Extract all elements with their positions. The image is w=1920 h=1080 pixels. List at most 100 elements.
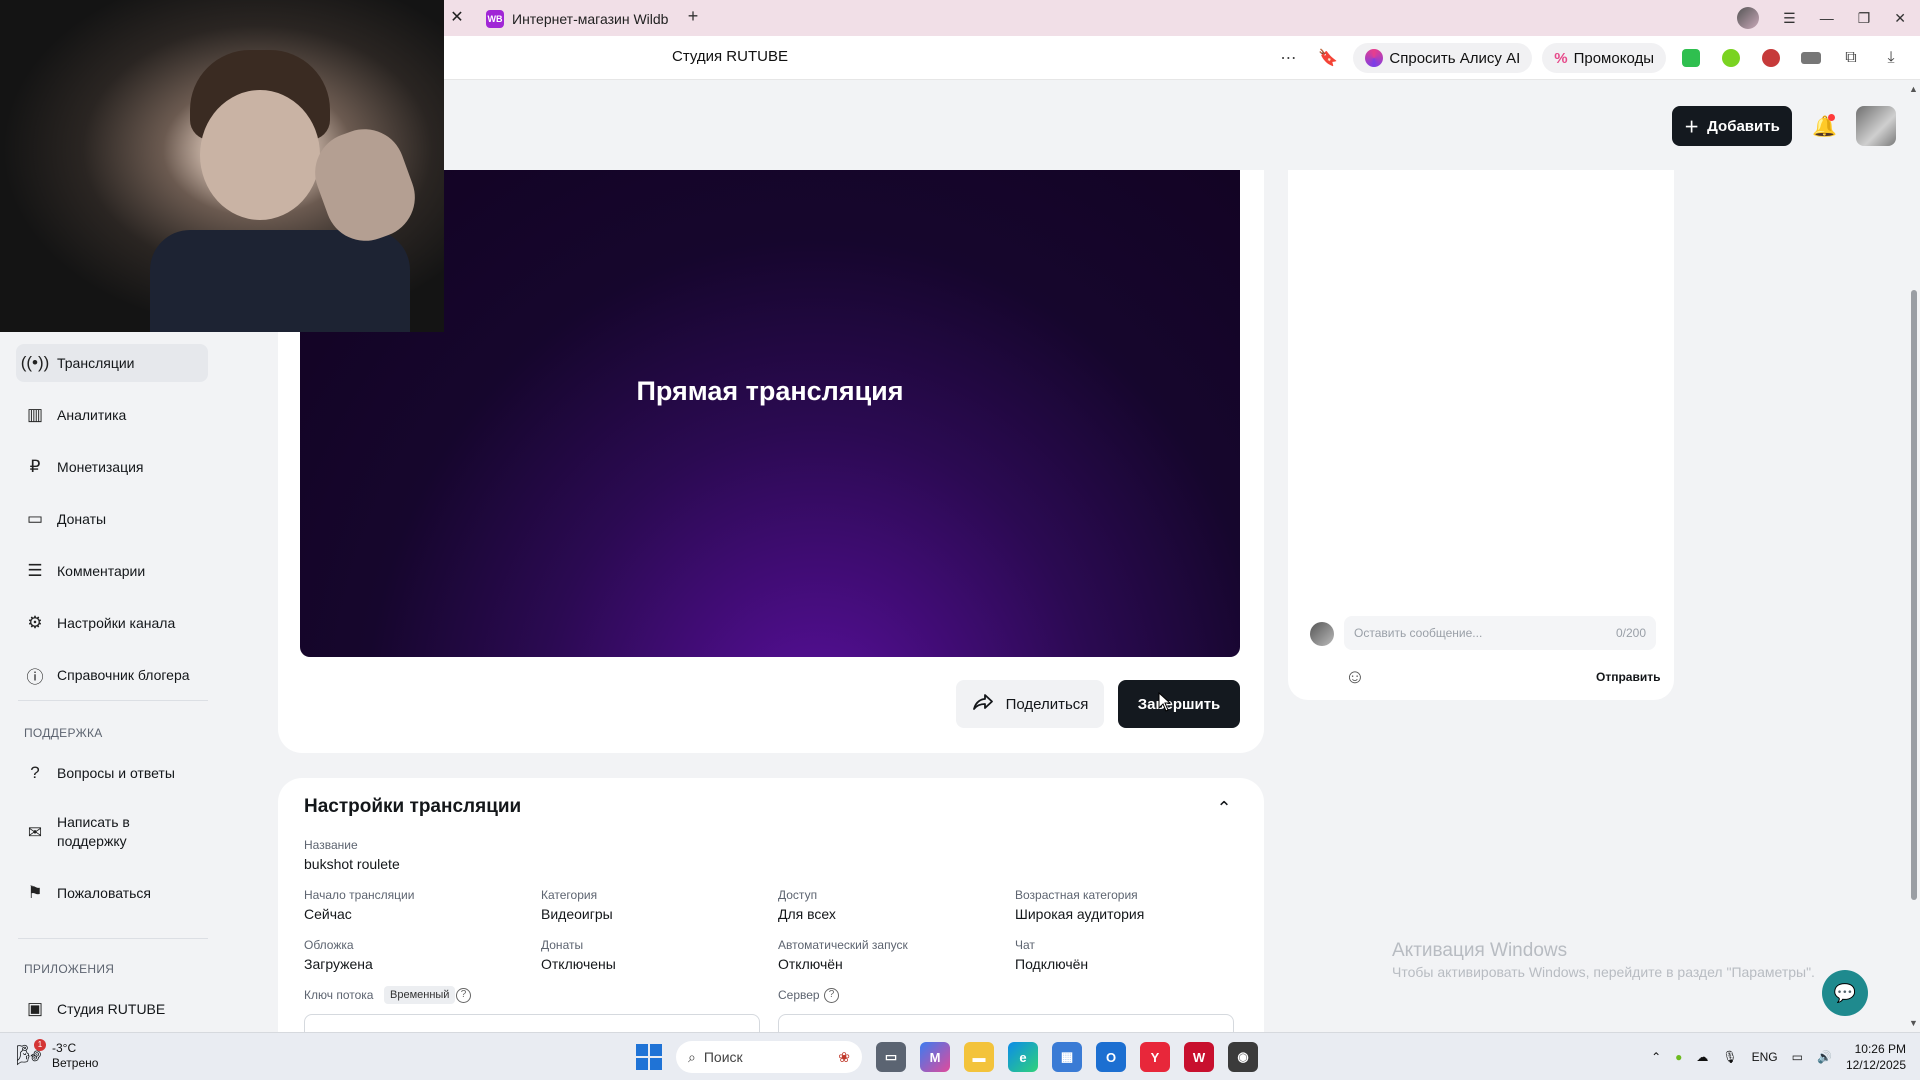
wps-office-icon[interactable]: W [1184,1042,1214,1072]
sidebar-item-contact-support[interactable]: ✉ Написать в поддержку [16,808,208,856]
sidebar-item-monetization[interactable]: ₽ Монетизация [16,448,208,486]
yandex-browser-icon[interactable]: Y [1140,1042,1170,1072]
menu-icon[interactable]: ☰ [1783,10,1796,27]
microphone-icon[interactable]: 🎙 [1722,1050,1737,1064]
name-value: bukshot roulete [304,856,400,872]
help-icon[interactable]: ? [824,988,839,1003]
plus-icon: ＋ [1684,118,1700,136]
windows-taskbar: 🌬 1 -3°C Ветрено ⌕ Поиск ❀ ▭ M ▬ e ▦ O Y… [0,1032,1920,1080]
field-label: Категория [541,888,598,902]
language-indicator[interactable]: ENG [1752,1050,1778,1064]
scroll-up-icon[interactable]: ▲ [1909,84,1918,94]
sidebar-item-label: Аналитика [57,407,127,423]
add-button[interactable]: ＋ Добавить [1672,106,1792,146]
sidebar-item-donations[interactable]: ▭ Донаты [16,500,208,538]
m365-icon[interactable]: M [920,1042,950,1072]
bookmark-icon[interactable]: 🔖 [1313,43,1343,73]
weather-icon: 🌬 1 [16,1039,46,1069]
promo-label: Промокоды [1573,49,1654,67]
chevron-up-icon[interactable]: ⌃ [1212,798,1236,822]
close-window-icon[interactable]: ✕ [1894,10,1906,27]
obs-icon[interactable]: ◉ [1228,1042,1258,1072]
field-label: Возрастная категория [1015,888,1138,902]
system-tray: ⌃ ● ☁ 🎙 ENG ▭ 🔊 10:26 PM 12/12/2025 [1651,1039,1906,1075]
extension-red-icon[interactable] [1756,43,1786,73]
chart-icon: ▥ [26,405,44,424]
flag-icon: ⚑ [27,883,43,902]
clock[interactable]: 10:26 PM 12/12/2025 [1846,1041,1906,1073]
sidebar-item-rutube-studio[interactable]: ▣ Студия RUTUBE [16,990,208,1028]
shield-extension-icon[interactable] [1676,43,1706,73]
onedrive-icon[interactable]: ☁ [1696,1050,1708,1064]
sidebar-item-report[interactable]: ⚑ Пожаловаться [16,874,208,912]
restore-icon[interactable]: ❐ [1858,10,1871,27]
scrollbar-thumb[interactable] [1911,290,1917,900]
send-button[interactable]: Отправить [1596,670,1660,684]
tray-app-icon[interactable]: ● [1675,1050,1682,1064]
task-view-icon[interactable]: ▭ [876,1042,906,1072]
user-avatar[interactable] [1856,106,1896,146]
page-scrollbar[interactable]: ▲ ▼ [1908,80,1920,1032]
more-icon[interactable]: ⋯ [1273,43,1303,73]
promo-button[interactable]: % Промокоды [1542,43,1666,73]
ask-alice-button[interactable]: Спросить Алису AI [1353,43,1533,73]
search-icon: ⌕ [688,1048,696,1065]
server-label: Сервер [778,988,820,1002]
windows-start-icon[interactable] [636,1044,662,1070]
network-icon[interactable]: ▭ [1792,1050,1803,1064]
sidebar-item-broadcasts[interactable]: ((•)) Трансляции [16,344,208,382]
sidebar-item-faq[interactable]: ? Вопросы и ответы [16,754,208,792]
question-icon: ? [30,763,40,782]
share-button[interactable]: Поделиться [956,680,1104,728]
field-label: Начало трансляции [304,888,415,902]
download-icon[interactable]: ⤓ [1876,43,1906,73]
taskbar-search[interactable]: ⌕ Поиск ❀ [676,1041,862,1073]
edge-icon[interactable]: e [1008,1042,1038,1072]
sidebar-item-analytics[interactable]: ▥ Аналитика [16,396,208,434]
comment-icon: ☰ [27,561,43,580]
close-tab-icon[interactable]: ✕ [446,7,468,29]
browser-page-title[interactable]: Студия RUTUBE [672,48,788,65]
sidebar-item-label: Студия RUTUBE [57,1001,166,1017]
store-icon[interactable]: ▦ [1052,1042,1082,1072]
extension-lime-icon[interactable] [1716,43,1746,73]
browser-tab[interactable]: WB Интернет-магазин Wildb [474,4,674,34]
emoji-icon[interactable]: ☺ [1342,664,1368,690]
minimize-icon[interactable]: — [1820,10,1834,26]
chat-panel: Оставить сообщение... 0/200 ☺ Отправить [1288,170,1674,700]
sidebar-item-blogger-guide[interactable]: ⓘ Справочник блогера [16,656,208,694]
notification-dot [1828,114,1835,121]
tray-overflow-icon[interactable]: ⌃ [1651,1050,1661,1064]
sidebar-item-label: Монетизация [57,459,144,475]
alice-icon [1365,49,1384,67]
tab-title: Интернет-магазин Wildb [512,11,669,27]
volume-icon[interactable]: 🔊 [1817,1050,1832,1064]
browser-toolbar: ⋯ 🔖 Спросить Алису AI % Промокоды ⧉ ⤓ [1273,42,1906,74]
player-title: Прямая трансляция [636,376,904,406]
chat-message-input[interactable]: Оставить сообщение... 0/200 [1344,616,1656,650]
outlook-icon[interactable]: O [1096,1042,1126,1072]
sidebar-item-label: Донаты [57,511,107,527]
help-icon[interactable]: ? [456,988,471,1003]
file-explorer-icon[interactable]: ▬ [964,1042,994,1072]
extension-gray-icon[interactable] [1796,43,1826,73]
sidebar-item-label: Вопросы и ответы [57,765,175,781]
broadcast-icon: ((•)) [20,353,50,372]
taskbar-search-placeholder: Поиск [703,1049,743,1065]
search-highlight-icon: ❀ [838,1048,850,1065]
new-tab-icon[interactable]: + [682,6,704,28]
weather-widget[interactable]: 🌬 1 -3°C Ветрено [16,1039,98,1071]
name-label: Название [304,838,358,852]
apps-section-label: ПРИЛОЖЕНИЯ [24,962,115,976]
field-value: Загружена [304,956,373,972]
support-chat-icon[interactable]: 💬 [1822,970,1868,1016]
collections-icon[interactable]: ⧉ [1836,43,1866,73]
sidebar-item-channel-settings[interactable]: ⚙ Настройки канала [16,604,208,642]
stream-key-label: Ключ потока [304,988,374,1002]
sidebar-item-comments[interactable]: ☰ Комментарии [16,552,208,590]
scroll-down-icon[interactable]: ▼ [1909,1018,1918,1028]
window-controls: ☰ — ❐ ✕ [1737,0,1906,36]
mail-icon: ✉ [27,822,43,842]
end-stream-button[interactable]: Завершить [1118,680,1240,728]
browser-account-icon[interactable] [1737,7,1760,29]
